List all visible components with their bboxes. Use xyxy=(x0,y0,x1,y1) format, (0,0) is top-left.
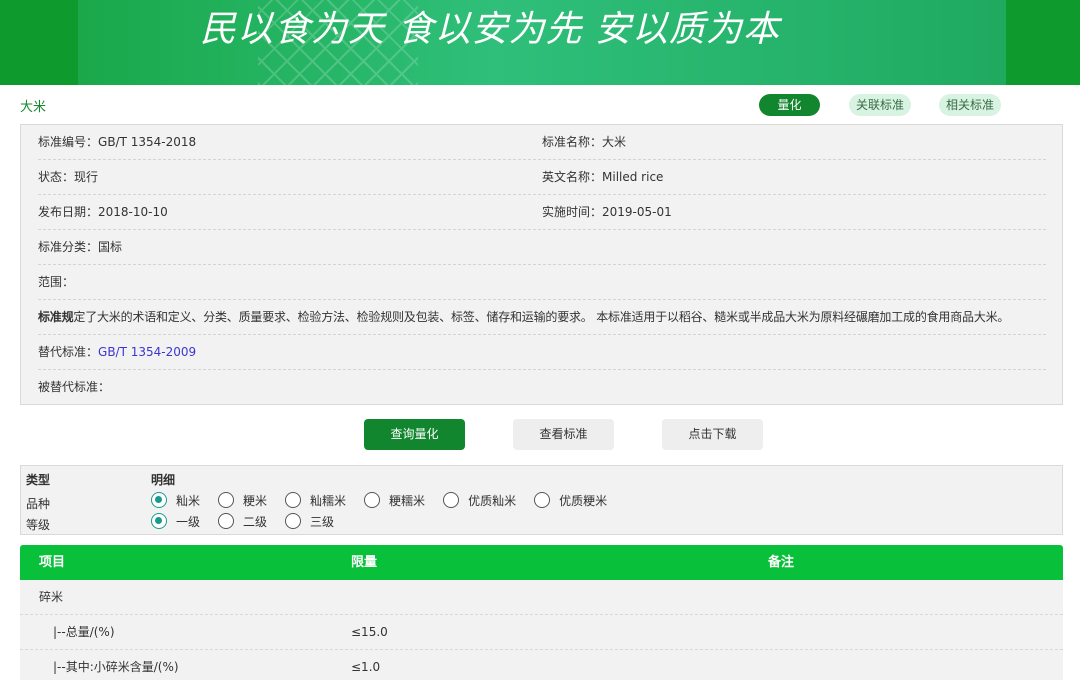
radio-icon[interactable] xyxy=(218,513,235,529)
variety-option-premium-japonica[interactable]: 优质粳米 xyxy=(534,492,607,509)
tab-relevant-standards[interactable]: 相关标准 xyxy=(939,94,1001,116)
title-row: 大米 量化 关联标准 相关标准 xyxy=(20,94,1060,116)
grade-label: 等级 xyxy=(26,518,51,532)
type-header: 类型 xyxy=(26,473,51,487)
table-header: 项目 限量 备注 xyxy=(20,545,1063,580)
replaces-standard-link[interactable]: GB/T 1354-2009 xyxy=(98,345,196,359)
radio-icon[interactable] xyxy=(443,492,460,508)
publish-date: 发布日期：2018-10-10 xyxy=(38,205,168,219)
info-row: 被替代标准： xyxy=(38,370,1046,405)
download-button[interactable]: 点击下载 xyxy=(662,419,763,450)
column-header-limit: 限量 xyxy=(351,555,378,570)
variety-option-indica[interactable]: 籼米 xyxy=(151,492,200,509)
grade-option-1[interactable]: 一级 xyxy=(151,513,200,530)
top-banner: 民以食为天 食以安为先 安以质为本 xyxy=(0,0,1080,85)
replaced-by-standard: 被替代标准： xyxy=(38,380,111,394)
tab-quantify[interactable]: 量化 xyxy=(759,94,820,116)
variety-label: 品种 xyxy=(26,497,51,511)
radio-checked-icon[interactable] xyxy=(151,513,167,529)
english-name: 英文名称：Milled rice xyxy=(542,170,664,184)
radio-icon[interactable] xyxy=(364,492,381,508)
variety-option-glutinous-indica[interactable]: 籼糯米 xyxy=(285,492,346,509)
banner-slogan: 民以食为天 食以安为先 安以质为本 xyxy=(200,9,780,50)
detail-header: 明细 xyxy=(151,473,176,487)
grade-option-3[interactable]: 三级 xyxy=(285,513,334,530)
scope-text: 标准规定了大米的术语和定义、分类、质量要求、检验方法、检验规则及包装、标签、储存… xyxy=(38,310,1010,324)
radio-icon[interactable] xyxy=(285,513,302,529)
table-row: 碎米 xyxy=(20,580,1063,615)
view-standard-button[interactable]: 查看标准 xyxy=(513,419,614,450)
radio-icon[interactable] xyxy=(285,492,302,508)
column-header-item: 项目 xyxy=(39,555,66,570)
grade-radio-group: 一级 二级 三级 xyxy=(151,511,352,531)
scope-label: 范围： xyxy=(38,275,75,289)
variety-option-japonica[interactable]: 粳米 xyxy=(218,492,267,509)
standard-name: 标准名称：大米 xyxy=(542,135,627,149)
info-row: 替代标准：GB/T 1354-2009 xyxy=(38,335,1046,370)
cell-item: |--其中:小碎米含量/(%) xyxy=(53,660,179,674)
radio-checked-icon[interactable] xyxy=(151,492,167,508)
cell-limit: ≤15.0 xyxy=(351,625,388,639)
standard-category: 标准分类：国标 xyxy=(38,240,123,254)
table-row: |--其中:小碎米含量/(%) ≤1.0 xyxy=(20,650,1063,680)
info-row: 状态：现行 英文名称：Milled rice xyxy=(38,160,1046,195)
radio-icon[interactable] xyxy=(218,492,235,508)
cell-item: |--总量/(%) xyxy=(53,625,115,639)
table-row: |--总量/(%) ≤15.0 xyxy=(20,615,1063,650)
banner-image: 民以食为天 食以安为先 安以质为本 xyxy=(78,0,1006,85)
info-row: 范围： xyxy=(38,265,1046,300)
page-title: 大米 xyxy=(20,100,47,115)
standard-info-panel: 标准编号：GB/T 1354-2018 标准名称：大米 状态：现行 英文名称：M… xyxy=(20,124,1063,405)
implement-date: 实施时间：2019-05-01 xyxy=(542,205,672,219)
tab-related-standards[interactable]: 关联标准 xyxy=(849,94,911,116)
variety-radio-group: 籼米 粳米 籼糯米 粳糯米 优质籼米 优质粳米 xyxy=(151,490,625,510)
info-row: 标准分类：国标 xyxy=(38,230,1046,265)
cell-item: 碎米 xyxy=(39,590,64,604)
quantify-table: 项目 限量 备注 碎米 |--总量/(%) ≤15.0 |--其中:小碎米含量/… xyxy=(20,545,1063,680)
variety-option-glutinous-japonica[interactable]: 粳糯米 xyxy=(364,492,425,509)
cell-limit: ≤1.0 xyxy=(351,660,381,674)
info-row: 标准编号：GB/T 1354-2018 标准名称：大米 xyxy=(38,125,1046,160)
grade-option-2[interactable]: 二级 xyxy=(218,513,267,530)
query-quantify-button[interactable]: 查询量化 xyxy=(364,419,465,450)
radio-icon[interactable] xyxy=(534,492,551,508)
variety-option-premium-indica[interactable]: 优质籼米 xyxy=(443,492,516,509)
standard-no: 标准编号：GB/T 1354-2018 xyxy=(38,135,197,149)
info-row: 标准规定了大米的术语和定义、分类、质量要求、检验方法、检验规则及包装、标签、储存… xyxy=(38,300,1046,335)
replaces-standard: 替代标准：GB/T 1354-2009 xyxy=(38,345,197,359)
column-header-note: 备注 xyxy=(768,555,795,570)
filter-panel: 类型 明细 品种 等级 籼米 粳米 籼糯米 粳糯米 优质籼米 优质粳米 一级 二… xyxy=(20,465,1063,535)
info-row: 发布日期：2018-10-10 实施时间：2019-05-01 xyxy=(38,195,1046,230)
status: 状态：现行 xyxy=(38,170,99,184)
